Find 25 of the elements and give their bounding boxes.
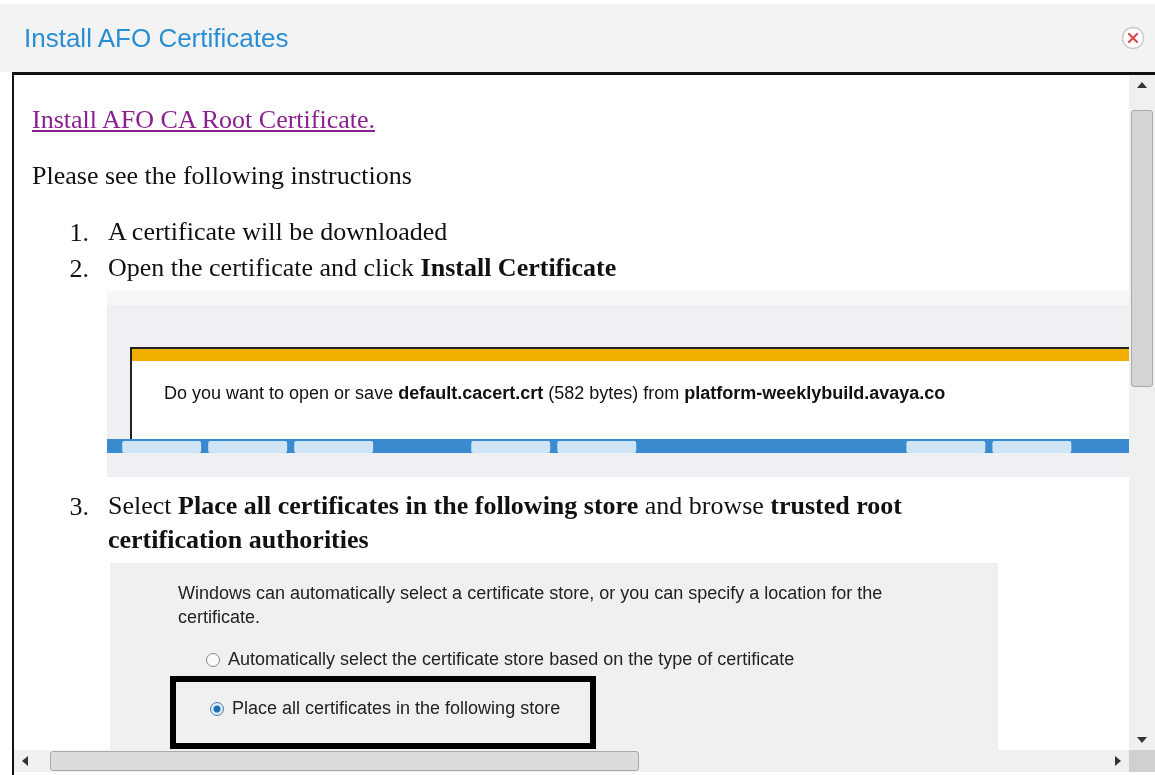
close-icon[interactable] xyxy=(1121,26,1145,50)
scroll-left-icon[interactable] xyxy=(22,756,28,766)
option-label: Automatically select the certificate store based on the type of certificate xyxy=(228,649,795,670)
radio-button[interactable] xyxy=(206,652,220,667)
scroll-up-icon[interactable] xyxy=(1137,82,1147,88)
scrollbar-corner xyxy=(1129,750,1155,772)
vertical-scrollbar[interactable] xyxy=(1129,75,1155,750)
step-number: 1. xyxy=(68,217,90,249)
dialog-description: Windows can automatically select a certificate store, or you can specify a location for the certificate. xyxy=(178,582,884,629)
step-number: 2. xyxy=(68,253,90,285)
scroll-thumb[interactable] xyxy=(50,751,639,771)
install-link[interactable]: Install AFO CA Root Certificate. xyxy=(32,105,376,135)
horizontal-scrollbar[interactable] xyxy=(14,750,1155,772)
step-number: 3. xyxy=(68,491,90,523)
download-message: Do you want to open or save default.cacert.crt (582 bytes) from platform-weeklybuild.avaya.co xyxy=(163,382,947,404)
step-text: A certificate will be downloaded xyxy=(108,216,449,248)
option-label: Place all certificates in the following store xyxy=(232,698,561,719)
radio-button[interactable] xyxy=(210,701,224,716)
intro-text: Please see the following instructions xyxy=(32,161,413,191)
scroll-thumb[interactable] xyxy=(1131,110,1153,387)
step-text: Select Place all certificates in the following store and browse trusted root certification authorities xyxy=(108,490,903,556)
scroll-right-icon[interactable] xyxy=(1115,756,1121,766)
window-title: Install AFO Certificates xyxy=(24,22,289,54)
scroll-down-icon[interactable] xyxy=(1137,737,1147,743)
step-text: Open the certificate and click Install Certificate xyxy=(108,252,618,284)
